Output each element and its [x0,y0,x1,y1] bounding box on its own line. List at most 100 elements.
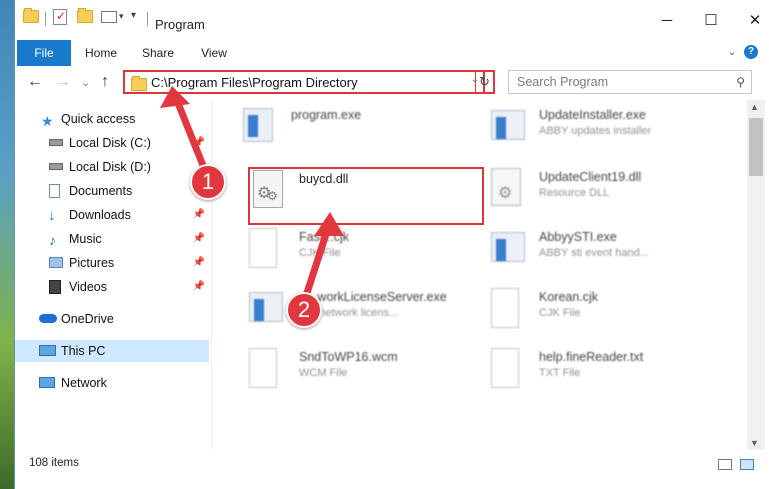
tab-share[interactable]: Share [133,40,183,66]
pictures-icon [49,257,63,268]
file-name: help.fineReader.txt [539,350,644,364]
generic-file-icon [491,288,519,328]
navigation-bar: ← → ⌄ ↑ C:\Program Files\Program Directo… [15,66,769,100]
pin-icon[interactable]: 📌 [193,204,205,226]
exe-file-icon [491,110,525,140]
sidebar-item-network[interactable]: Network [15,372,209,394]
drive-icon [49,163,63,170]
download-icon: ↓ [48,207,56,224]
sidebar-item-label: Quick access [61,112,136,126]
sidebar-item-label: Music [69,232,102,246]
address-path: C:\Program Files\Program Directory [151,75,358,90]
generic-file-icon [249,228,277,268]
status-bar: 108 items [15,452,769,476]
recent-locations-button[interactable]: ⌄ [81,73,90,93]
forward-button[interactable]: → [55,72,71,92]
list-item[interactable]: SndToWP16.wcm WCM File [239,342,479,398]
generic-file-icon [249,348,277,388]
list-item[interactable]: AbbyySTI.exe ABBY sti event hand... [479,222,719,278]
file-type: CJK File [299,247,341,259]
tab-home[interactable]: Home [75,40,127,66]
sidebar-item-local-disk-d[interactable]: Local Disk (D:) [15,156,209,178]
sidebar-item-downloads[interactable]: ↓ Downloads 📌 [15,204,209,226]
expand-ribbon-icon[interactable]: ⌄ [728,47,736,58]
list-item[interactable]: UpdateInstaller.exe ABBY updates install… [479,100,719,156]
list-item[interactable]: Korean.cjk CJK File [479,282,719,338]
list-item[interactable]: program.exe [231,100,471,156]
documents-icon [49,184,60,198]
cloud-icon [39,314,57,323]
list-item[interactable]: help.fineReader.txt TXT File [479,342,719,398]
details-view-icon[interactable] [718,459,732,470]
callout-badge-2: 2 [286,292,322,328]
scroll-thumb[interactable] [749,118,763,176]
file-name: Fast...cjk [299,230,350,244]
address-bar[interactable]: C:\Program Files\Program Directory ⌄ [123,70,485,94]
new-folder-icon[interactable] [77,8,93,23]
star-icon: ★ [41,113,54,129]
title-bar: ✓ ▾ ▾ Program ─ ☐ ✕ [15,0,769,40]
sidebar-item-videos[interactable]: Videos 📌 [15,276,209,298]
minimize-button[interactable]: ─ [645,8,689,34]
divider [45,12,46,26]
sidebar-item-label: OneDrive [61,312,114,326]
file-name: UpdateInstaller.exe [539,108,647,122]
highlight-box [248,167,484,225]
file-type: Resource DLL [539,187,610,199]
computer-icon [39,345,56,356]
folder-icon [131,76,147,91]
view-options-icon[interactable] [101,11,117,23]
sidebar-item-this-pc[interactable]: This PC [15,340,209,362]
file-type: WCM File [299,367,348,379]
file-type: ABBY sti event hand... [539,247,649,259]
dll-file-icon: ⚙ [491,168,521,206]
text-file-icon [491,348,519,388]
navigation-pane: ★ Quick access Local Disk (C:) 📌 Local D… [15,100,212,450]
sidebar-item-label: Documents [69,184,133,198]
sidebar-item-label: Local Disk (D:) [69,160,151,174]
help-icon[interactable]: ? [744,45,758,59]
file-name: AbbyySTI.exe [539,230,617,244]
network-icon [39,377,55,388]
file-name: ...workLicenseServer.exe [307,290,447,304]
properties-icon[interactable]: ✓ [53,9,67,25]
sidebar-item-documents[interactable]: Documents [15,180,209,202]
list-item[interactable]: ⚙ UpdateClient19.dll Resource DLL [479,162,719,218]
videos-icon [49,280,61,294]
sidebar-item-quick-access[interactable]: ★ Quick access [15,108,209,130]
vertical-scrollbar[interactable]: ▲ ▼ [747,100,765,450]
up-button[interactable]: ↑ [101,72,109,92]
large-icons-view-icon[interactable] [740,459,754,470]
file-type: CJK File [539,307,581,319]
window-title: Program [155,17,205,32]
exe-file-icon [249,292,283,322]
back-button[interactable]: ← [27,72,43,92]
file-name: UpdateClient19.dll [539,170,642,184]
list-item[interactable]: Fast...cjk CJK File [239,222,479,278]
maximize-button[interactable]: ☐ [689,8,733,34]
pin-icon[interactable]: 📌 [193,228,205,250]
search-input[interactable]: Search Program ⚲ [508,70,752,94]
scroll-up-icon[interactable]: ▲ [750,102,759,112]
file-type: TXT File [539,367,581,379]
pin-icon[interactable]: 📌 [193,252,205,274]
pin-icon[interactable]: 📌 [193,276,205,298]
pin-icon[interactable]: 📌 [193,132,205,154]
chevron-down-icon[interactable]: ▾ [119,11,124,22]
sidebar-item-local-disk-c[interactable]: Local Disk (C:) 📌 [15,132,209,154]
sidebar-item-music[interactable]: ♪ Music 📌 [15,228,209,250]
sidebar-item-pictures[interactable]: Pictures 📌 [15,252,209,274]
customize-toolbar-icon[interactable]: ▾ [131,10,136,21]
list-item[interactable]: ...workLicenseServer.exe ... network lic… [239,282,479,338]
tab-view[interactable]: View [191,40,237,66]
callout-badge-1: 1 [190,164,226,200]
close-button[interactable]: ✕ [733,8,769,34]
explorer-window: ✓ ▾ ▾ Program ─ ☐ ✕ File Home Share View… [14,0,769,489]
sidebar-item-label: Network [61,376,107,390]
exe-file-icon [243,108,273,142]
refresh-button[interactable]: ↻ [475,70,495,94]
sidebar-item-label: Downloads [69,208,131,222]
sidebar-item-label: Videos [69,280,107,294]
scroll-down-icon[interactable]: ▼ [750,438,759,448]
sidebar-item-onedrive[interactable]: OneDrive [15,308,209,330]
